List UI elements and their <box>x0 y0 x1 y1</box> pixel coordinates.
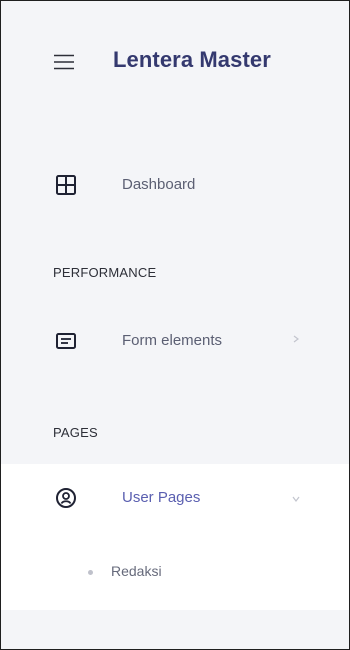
section-title-pages: PAGES <box>53 425 98 440</box>
sidebar-frame: Lentera Master Dashboard PERFORMANCE For… <box>0 0 350 650</box>
sidebar-item-form-elements[interactable]: Form elements <box>1 319 349 365</box>
sidebar-item-label: Form elements <box>122 332 223 349</box>
sidebar-item-dashboard[interactable]: Dashboard <box>1 163 349 209</box>
chevron-right-icon <box>293 335 299 343</box>
form-list-icon <box>56 333 76 349</box>
section-title-performance: PERFORMANCE <box>53 265 157 280</box>
sub-item-label: Redaksi <box>111 563 162 579</box>
hamburger-menu-icon[interactable] <box>54 54 74 70</box>
user-circle-icon <box>56 488 76 508</box>
sidebar-item-label: User Pages <box>122 489 201 506</box>
sub-item-redaksi[interactable]: Redaksi <box>1 554 349 590</box>
sidebar-item-label: Dashboard <box>122 176 196 193</box>
sidebar-item-user-pages[interactable]: User Pages <box>1 476 349 522</box>
chevron-down-icon <box>292 496 300 502</box>
app-title: Lentera Master <box>113 47 271 72</box>
grid-icon <box>56 175 76 195</box>
bullet-dot-icon <box>88 570 93 575</box>
sidebar-header: Lentera Master <box>1 1 349 121</box>
